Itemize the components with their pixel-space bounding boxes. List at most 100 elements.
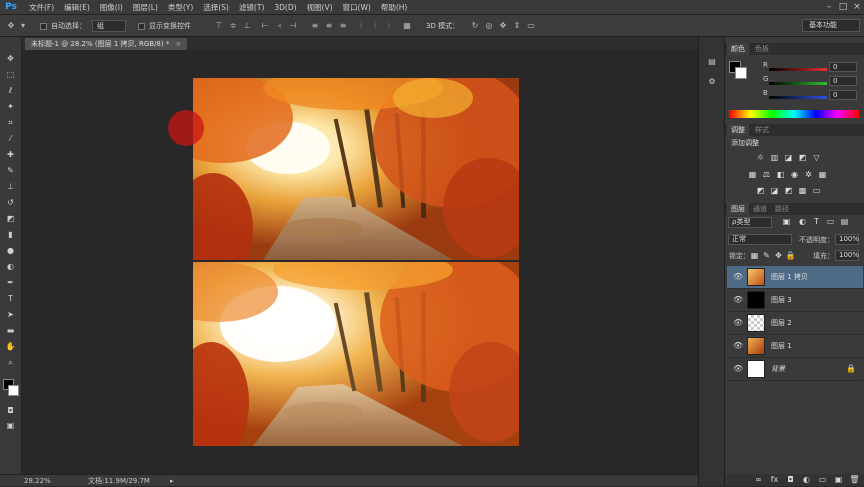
link-icon[interactable]: ∞: [753, 475, 764, 485]
curves-icon[interactable]: ◪: [783, 153, 794, 163]
zoom-level[interactable]: 28.22%: [24, 475, 51, 487]
3d-rotate-icon[interactable]: ↻: [470, 21, 480, 31]
menu-item[interactable]: 视图(V): [302, 0, 338, 15]
path-selection-tool-icon[interactable]: ➤: [3, 308, 18, 321]
hue-saturation-icon[interactable]: ▦: [747, 170, 758, 180]
levels-icon[interactable]: ▥: [769, 153, 780, 163]
move-tool-preset-icon[interactable]: ✥: [6, 21, 16, 31]
visibility-eye-icon[interactable]: 👁: [733, 318, 743, 328]
distribute-vcenter-icon[interactable]: ≡: [324, 21, 334, 31]
menu-item[interactable]: 编辑(E): [59, 0, 95, 15]
vibrance-icon[interactable]: ▽: [811, 153, 822, 163]
blend-mode-dropdown[interactable]: 正常: [728, 234, 792, 245]
align-left-icon[interactable]: ⊢: [260, 21, 270, 31]
filter-type-icon[interactable]: T: [811, 217, 822, 227]
opacity-input[interactable]: 100%: [835, 234, 859, 245]
background-color-chip[interactable]: [735, 67, 747, 79]
properties-panel-icon[interactable]: ⚙: [705, 75, 719, 88]
exposure-icon[interactable]: ◩: [797, 153, 808, 163]
visibility-eye-icon[interactable]: 👁: [733, 272, 743, 282]
color-lookup-icon[interactable]: ▦: [817, 170, 828, 180]
distribute-hcenter-icon[interactable]: ⦙: [370, 21, 380, 31]
visibility-eye-icon[interactable]: 👁: [733, 295, 743, 305]
type-tool-icon[interactable]: T: [3, 292, 18, 305]
menu-item[interactable]: 图层(L): [128, 0, 163, 15]
visibility-eye-icon[interactable]: 👁: [733, 364, 743, 374]
document-canvas[interactable]: [193, 78, 519, 446]
menu-item[interactable]: 类型(Y): [163, 0, 198, 15]
auto-select-checkbox[interactable]: [40, 23, 47, 30]
lock-position-icon[interactable]: ✥: [773, 251, 784, 261]
fx-icon[interactable]: fx: [769, 475, 780, 485]
close-window-button[interactable]: ×: [850, 1, 864, 13]
distribute-right-icon[interactable]: ⦙: [384, 21, 394, 31]
color-balance-icon[interactable]: ⚖: [761, 170, 772, 180]
visibility-eye-icon[interactable]: 👁: [733, 341, 743, 351]
workspace-dropdown[interactable]: 基本功能: [802, 19, 860, 32]
layer-row[interactable]: 👁 图层 1: [727, 335, 863, 358]
3d-slide-icon[interactable]: ⇕: [512, 21, 522, 31]
gradient-map-icon[interactable]: ▭: [811, 186, 822, 196]
lasso-tool-icon[interactable]: ℓ: [3, 84, 18, 97]
group-icon[interactable]: ▭: [817, 475, 828, 485]
channel-slider[interactable]: [769, 96, 827, 99]
tab-paths[interactable]: 路径: [771, 203, 793, 215]
align-right-icon[interactable]: ⊣: [288, 21, 298, 31]
show-transform-checkbox[interactable]: [138, 23, 145, 30]
tab-swatches[interactable]: 色板: [751, 43, 773, 55]
menu-item[interactable]: 帮助(H): [376, 0, 413, 15]
tab-color[interactable]: 颜色: [727, 43, 749, 55]
3d-pan-icon[interactable]: ✥: [498, 21, 508, 31]
layer-row[interactable]: 👁 图层 3: [727, 289, 863, 312]
shape-tool-icon[interactable]: ▬: [3, 324, 18, 337]
brush-tool-icon[interactable]: ✎: [3, 164, 18, 177]
chevron-down-icon[interactable]: ▾: [18, 21, 28, 31]
magic-wand-tool-icon[interactable]: ✦: [3, 100, 18, 113]
adjustment-icon[interactable]: ◐: [801, 475, 812, 485]
blur-tool-icon[interactable]: ●: [3, 244, 18, 257]
marquee-tool-icon[interactable]: ⬚: [3, 68, 18, 81]
brightness-contrast-icon[interactable]: ☼: [755, 153, 766, 163]
filter-smart-object-icon[interactable]: ▤: [839, 217, 850, 227]
lock-image-icon[interactable]: ✎: [761, 251, 772, 261]
screen-mode-icon[interactable]: ▣: [3, 419, 18, 432]
menu-item[interactable]: 3D(D): [269, 0, 301, 15]
trash-icon[interactable]: 🗑: [849, 475, 860, 485]
distribute-top-icon[interactable]: ≡: [310, 21, 320, 31]
channel-slider[interactable]: [769, 82, 827, 85]
layer-row[interactable]: 👁 图层 2: [727, 312, 863, 335]
close-tab-icon[interactable]: ×: [175, 40, 181, 48]
filter-adjustment-icon[interactable]: ◐: [797, 217, 808, 227]
lock-all-icon[interactable]: 🔒: [785, 251, 796, 261]
zoom-tool-icon[interactable]: ⌕: [3, 356, 18, 369]
layer-row[interactable]: 👁 图层 1 拷贝: [727, 266, 863, 289]
menu-item[interactable]: 图像(I): [95, 0, 128, 15]
channel-mixer-icon[interactable]: ✲: [803, 170, 814, 180]
move-tool-icon[interactable]: ✥: [3, 52, 18, 65]
minimize-button[interactable]: –: [822, 1, 836, 13]
channel-value-input[interactable]: 0: [829, 90, 857, 100]
align-vcenter-icon[interactable]: ≑: [228, 21, 238, 31]
maximize-button[interactable]: □: [836, 1, 850, 13]
gradient-tool-icon[interactable]: ▮: [3, 228, 18, 241]
selective-color-icon[interactable]: ▩: [797, 186, 808, 196]
pen-tool-icon[interactable]: ✒: [3, 276, 18, 289]
auto-align-icon[interactable]: ▦: [402, 21, 412, 31]
tab-styles[interactable]: 样式: [751, 124, 773, 136]
healing-brush-tool-icon[interactable]: ✚: [3, 148, 18, 161]
align-hcenter-icon[interactable]: ⫞: [274, 21, 284, 31]
filter-pixel-icon[interactable]: ▣: [781, 217, 792, 227]
menu-item[interactable]: 滤镜(T): [234, 0, 269, 15]
history-brush-tool-icon[interactable]: ↺: [3, 196, 18, 209]
distribute-bottom-icon[interactable]: ≡: [338, 21, 348, 31]
layer-row[interactable]: 👁 背景 🔒: [727, 358, 863, 381]
tab-adjustments[interactable]: 调整: [727, 124, 749, 136]
threshold-icon[interactable]: ◩: [783, 186, 794, 196]
black-white-icon[interactable]: ◧: [775, 170, 786, 180]
lock-transparent-icon[interactable]: ▦: [749, 251, 760, 261]
filter-shape-icon[interactable]: ▭: [825, 217, 836, 227]
channel-value-input[interactable]: 0: [829, 76, 857, 86]
align-top-icon[interactable]: ⊤: [214, 21, 224, 31]
menu-item[interactable]: 窗口(W): [338, 0, 376, 15]
dodge-tool-icon[interactable]: ◐: [3, 260, 18, 273]
